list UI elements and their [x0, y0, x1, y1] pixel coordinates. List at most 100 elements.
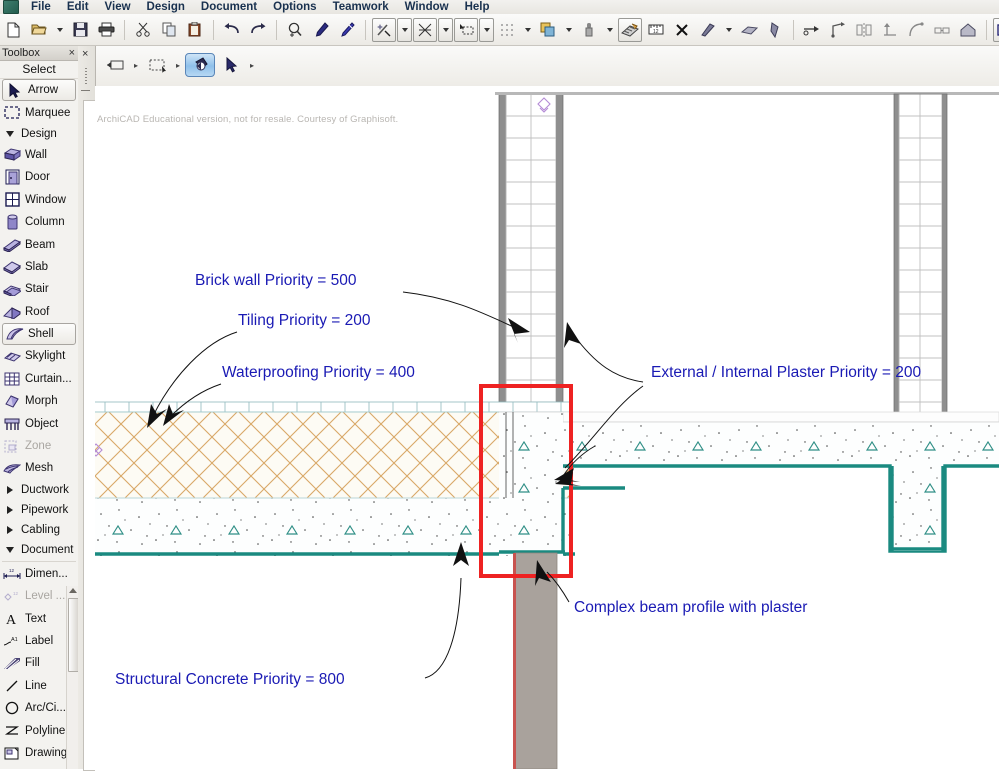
- toolbox-item-curtain-wall[interactable]: Curtain...: [0, 368, 78, 390]
- menu-item-teamwork[interactable]: Teamwork: [325, 1, 397, 14]
- fill-paint-button[interactable]: [185, 53, 215, 77]
- chevron-down-icon: [566, 28, 572, 32]
- new-document-button[interactable]: [1, 18, 25, 42]
- trim-button[interactable]: [696, 18, 720, 42]
- triangle-down-icon: [2, 541, 18, 559]
- menu-item-view[interactable]: View: [97, 1, 139, 14]
- redo-button[interactable]: [246, 18, 270, 42]
- toolbox-item-beam[interactable]: Beam: [0, 233, 78, 255]
- arrow-tool-dropdown[interactable]: ▸: [250, 61, 254, 70]
- close-icon[interactable]: ×: [82, 48, 88, 60]
- offset-dropdown[interactable]: [479, 18, 494, 42]
- dimension-button[interactable]: 12: [644, 18, 668, 42]
- undo-button[interactable]: [220, 18, 244, 42]
- magic-wand-dropdown[interactable]: [397, 18, 412, 42]
- intersect-dropdown[interactable]: [438, 18, 453, 42]
- print-button[interactable]: [94, 18, 118, 42]
- rectangle-select-button[interactable]: [143, 53, 173, 77]
- toolbox-group-design[interactable]: Design: [0, 124, 78, 144]
- toolbox-item-arrow[interactable]: Arrow: [2, 79, 76, 101]
- svg-text:A: A: [6, 613, 17, 626]
- multiply-button[interactable]: [930, 18, 954, 42]
- toolbox-item-mesh[interactable]: Mesh: [0, 457, 78, 479]
- paste-button[interactable]: [183, 18, 207, 42]
- toolbox-item-skylight[interactable]: Skylight: [0, 345, 78, 367]
- rotate-button[interactable]: [826, 18, 850, 42]
- cut-button[interactable]: [131, 18, 155, 42]
- toolbox-scrollbar[interactable]: [66, 586, 78, 769]
- menu-item-window[interactable]: Window: [397, 1, 457, 14]
- grid-snap-dropdown[interactable]: [520, 18, 535, 42]
- toolbox-item-dimension[interactable]: 12 Dimen...: [0, 563, 78, 585]
- toolbox-item-wall[interactable]: Wall: [0, 144, 78, 166]
- intersect-button[interactable]: [413, 18, 437, 42]
- main-toolbar: 12: [0, 14, 999, 46]
- annotation-complex-beam[interactable]: Complex beam profile with plaster: [574, 599, 807, 617]
- find-select-button[interactable]: [283, 18, 307, 42]
- inject-parameters-button[interactable]: [335, 18, 359, 42]
- build-material-button[interactable]: [618, 18, 642, 42]
- toolbox-item-object[interactable]: Object: [0, 412, 78, 434]
- layers-dropdown[interactable]: [561, 18, 576, 42]
- open-document-button[interactable]: [27, 18, 51, 42]
- intersection-point-button[interactable]: [670, 18, 694, 42]
- toolbox-group-label: Design: [21, 128, 57, 140]
- offset-button[interactable]: [454, 18, 478, 42]
- close-icon[interactable]: ×: [69, 48, 75, 59]
- toolbox-item-marquee[interactable]: Marquee: [0, 101, 78, 123]
- rectangle-select-dropdown[interactable]: ▸: [176, 61, 180, 70]
- toolbox-item-shell[interactable]: Shell: [2, 323, 76, 345]
- annotation-waterproofing[interactable]: Waterproofing Priority = 400: [222, 364, 415, 382]
- stretch-button[interactable]: [904, 18, 928, 42]
- pen-weight-dropdown[interactable]: [602, 18, 617, 42]
- grid-snap-button[interactable]: [495, 18, 519, 42]
- arrow-tool-button[interactable]: [217, 53, 247, 77]
- drag-copy-button[interactable]: [800, 18, 824, 42]
- toolbox-item-door[interactable]: Door: [0, 166, 78, 188]
- dimension-icon: 12: [2, 565, 22, 583]
- annotation-plaster[interactable]: External / Internal Plaster Priority = 2…: [651, 364, 921, 382]
- marquee-3d-button[interactable]: [993, 18, 999, 42]
- menu-item-help[interactable]: Help: [457, 1, 498, 14]
- toolbox-item-stair[interactable]: Stair: [0, 278, 78, 300]
- mirror-button[interactable]: [852, 18, 876, 42]
- split-button[interactable]: [763, 18, 787, 42]
- scroll-up-icon[interactable]: [69, 588, 77, 593]
- menu-item-document[interactable]: Document: [193, 1, 265, 14]
- pen-weight-button[interactable]: [577, 18, 601, 42]
- annotation-tiling[interactable]: Tiling Priority = 200: [238, 312, 371, 330]
- copy-button[interactable]: [157, 18, 181, 42]
- menu-item-file[interactable]: File: [23, 1, 59, 14]
- toolbox-item-slab[interactable]: Slab: [0, 256, 78, 278]
- toolbox-item-roof[interactable]: Roof: [0, 301, 78, 323]
- toolbox-group-pipework[interactable]: Pipework: [0, 500, 78, 520]
- toolbox-item-column[interactable]: Column: [0, 211, 78, 233]
- layers-button[interactable]: [536, 18, 560, 42]
- menu-item-design[interactable]: Design: [139, 1, 193, 14]
- toolbox-item-morph[interactable]: Morph: [0, 390, 78, 412]
- annotation-concrete[interactable]: Structural Concrete Priority = 800: [115, 671, 345, 689]
- parameter-transfer-button[interactable]: [309, 18, 333, 42]
- palette-splitter[interactable]: ×: [78, 46, 96, 769]
- annotation-brick-wall[interactable]: Brick wall Priority = 500: [195, 272, 357, 290]
- magic-wand-button[interactable]: [372, 18, 396, 42]
- toolbox-group-ductwork[interactable]: Ductwork: [0, 480, 78, 500]
- toolbox-item-window[interactable]: Window: [0, 189, 78, 211]
- menu-item-options[interactable]: Options: [265, 1, 324, 14]
- toolbox-group-document[interactable]: Document: [0, 540, 78, 560]
- marquee-tool-button[interactable]: [101, 53, 131, 77]
- solid-operations-button[interactable]: [956, 18, 980, 42]
- save-button[interactable]: [68, 18, 92, 42]
- trim-dropdown[interactable]: [721, 18, 736, 42]
- beam-icon: [2, 236, 22, 254]
- adjust-button[interactable]: [737, 18, 761, 42]
- drawing-canvas[interactable]: ArchiCAD Educational version, not for re…: [95, 86, 999, 769]
- marquee-tool-dropdown[interactable]: ▸: [134, 61, 138, 70]
- toolbox-group-cabling[interactable]: Cabling: [0, 520, 78, 540]
- menu-item-edit[interactable]: Edit: [59, 1, 97, 14]
- toolbox-item-zone[interactable]: Zone: [0, 435, 78, 457]
- open-document-dropdown[interactable]: [52, 18, 67, 42]
- toolbar-separator: [986, 20, 987, 40]
- elevate-button[interactable]: [878, 18, 902, 42]
- window-icon: [2, 191, 22, 209]
